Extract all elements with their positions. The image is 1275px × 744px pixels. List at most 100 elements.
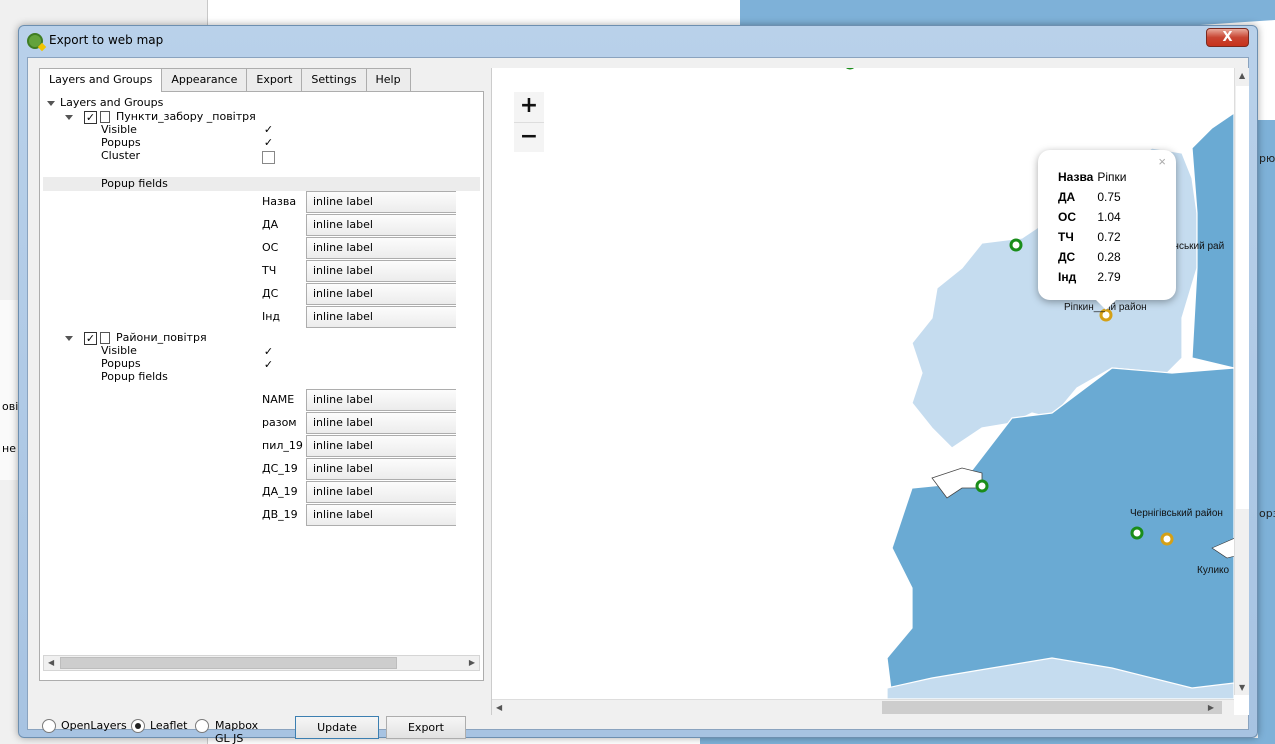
field-label-select[interactable]: inline label [306, 389, 456, 411]
radio-leaflet-label[interactable]: Leaflet [150, 719, 187, 732]
field-label-select[interactable]: inline label [306, 481, 456, 503]
background-text: орз [1259, 507, 1275, 520]
radio-mapbox-label[interactable]: Mapbox GL JS [215, 719, 258, 744]
popup-key: Назва [1058, 170, 1094, 184]
field-name: пил_19 [262, 439, 303, 452]
popup-value: 0.28 [1097, 250, 1121, 264]
popup-key: Інд [1058, 270, 1077, 284]
layer-name: Пункти_забору _повітря [116, 110, 256, 123]
field-label-select[interactable]: inline label [306, 435, 456, 457]
field-label-select[interactable]: inline label [306, 237, 456, 259]
map-label: Кулико [1197, 565, 1230, 576]
map-label: янський рай [1168, 241, 1225, 252]
popup-key: ДА [1058, 190, 1076, 204]
update-preview-button[interactable]: Update preview [295, 716, 379, 744]
scroll-thumb[interactable] [60, 657, 397, 669]
field-name: ДВ_19 [262, 508, 298, 521]
popups-checkbox[interactable]: ✓ [262, 359, 275, 372]
cluster-checkbox[interactable] [262, 151, 275, 164]
visible-label: Visible [101, 123, 137, 136]
layers-panel: Layers and Groups Пункти_забору _повітря… [39, 91, 484, 681]
preview-horizontal-scrollbar[interactable]: ◀ ▶ [492, 699, 1234, 715]
radio-leaflet[interactable] [131, 719, 145, 733]
scroll-thumb[interactable] [882, 701, 1222, 714]
popups-label: Popups [101, 357, 141, 370]
zoom-out-button[interactable]: − [514, 122, 544, 152]
popup-value: Ріпки [1097, 170, 1127, 184]
feature-popup: × Назва Ріпки ДА 0.75 ОС 1.04 ТЧ 0.72 ДС 0.28… [1038, 150, 1176, 310]
scroll-left-icon[interactable]: ◀ [48, 658, 54, 667]
map-point[interactable] [1009, 238, 1023, 252]
tab-help[interactable]: Help [365, 68, 411, 91]
collapse-arrow-icon[interactable] [65, 114, 73, 120]
radio-mapbox[interactable] [195, 719, 209, 733]
background-text: рю [1259, 152, 1275, 165]
map-point[interactable] [1130, 526, 1144, 540]
scroll-up-icon[interactable]: ▲ [1239, 71, 1245, 80]
field-label-select[interactable]: inline label [306, 260, 456, 282]
field-label-select[interactable]: inline label [306, 283, 456, 305]
title-bar[interactable]: Export to web map X [19, 26, 1257, 56]
tree-root-label: Layers and Groups [60, 96, 164, 109]
popup-row: ТЧ 0.72 [1058, 227, 1130, 247]
map-point[interactable] [975, 479, 989, 493]
map-preview[interactable]: + − Ріпкин__ий район янський рай Чернігі… [491, 68, 1249, 715]
tree-root[interactable]: Layers and Groups [47, 96, 163, 110]
cluster-label: Cluster [101, 149, 141, 162]
popup-value: 2.79 [1097, 270, 1121, 284]
preview-vertical-scrollbar[interactable]: ▲ ▼ [1234, 68, 1249, 695]
popup-key: ТЧ [1058, 230, 1074, 244]
popup-close-icon[interactable]: × [1158, 154, 1166, 169]
field-label-select[interactable]: inline label [306, 214, 456, 236]
radio-openlayers-label[interactable]: OpenLayers [61, 719, 127, 732]
popup-row: ОС 1.04 [1058, 207, 1130, 227]
layers-tree[interactable]: Layers and Groups Пункти_забору _повітря… [43, 96, 480, 652]
window-title: Export to web map [49, 33, 164, 47]
popups-checkbox[interactable]: ✓ [262, 137, 275, 150]
layer-checkbox[interactable]: ✓ [84, 332, 97, 345]
collapse-arrow-icon[interactable] [47, 100, 55, 106]
background-side-strip: овi не [0, 300, 20, 480]
tab-appearance[interactable]: Appearance [161, 68, 248, 91]
field-label-select[interactable]: inline label [306, 412, 456, 434]
close-button[interactable]: X [1206, 28, 1249, 47]
popup-key: ОС [1058, 210, 1076, 224]
tab-settings[interactable]: Settings [301, 68, 367, 91]
field-label-select[interactable]: inline label [306, 504, 456, 526]
popup-fields-label: Popup fields [101, 370, 168, 383]
scroll-thumb[interactable] [1236, 86, 1249, 509]
layer-icon [100, 332, 110, 344]
tab-export[interactable]: Export [246, 68, 303, 91]
collapse-arrow-icon[interactable] [65, 335, 73, 341]
scroll-right-icon[interactable]: ▶ [469, 658, 475, 667]
field-name: NAME [262, 393, 295, 406]
field-name: ТЧ [262, 264, 277, 277]
scroll-right-icon[interactable]: ▶ [1208, 703, 1214, 712]
scroll-down-icon[interactable]: ▼ [1239, 683, 1245, 692]
tab-layers-and-groups[interactable]: Layers and Groups [39, 68, 163, 92]
field-label-select[interactable]: inline label [306, 191, 456, 213]
export-button[interactable]: Export [386, 716, 466, 739]
layer-checkbox[interactable]: ✓ [84, 111, 97, 124]
popup-row: ДА 0.75 [1058, 187, 1130, 207]
popup-fields-label: Popup fields [101, 177, 168, 190]
radio-openlayers[interactable] [42, 719, 56, 733]
layer-icon [100, 111, 110, 123]
map-label: Чернігівський район [1130, 508, 1223, 519]
popup-row: ДС 0.28 [1058, 247, 1130, 267]
tab-bar: Layers and Groups Appearance Export Sett… [39, 68, 411, 92]
layer-name: Райони_повітря [116, 331, 207, 344]
field-name: разом [262, 416, 297, 429]
map-point[interactable] [1160, 532, 1174, 546]
field-label-select[interactable]: inline label [306, 458, 456, 480]
scroll-left-icon[interactable]: ◀ [496, 703, 502, 712]
field-label-select[interactable]: inline label [306, 306, 456, 328]
field-name: Назва [262, 195, 297, 208]
tree-horizontal-scrollbar[interactable]: ◀ ▶ [43, 655, 480, 671]
popup-row: Інд 2.79 [1058, 267, 1130, 287]
dialog-body: Layers and Groups Appearance Export Sett… [27, 57, 1249, 744]
popup-value: 0.75 [1097, 190, 1121, 204]
zoom-in-button[interactable]: + [514, 92, 544, 122]
popup-row: Назва Ріпки [1058, 167, 1130, 187]
popups-label: Popups [101, 136, 141, 149]
